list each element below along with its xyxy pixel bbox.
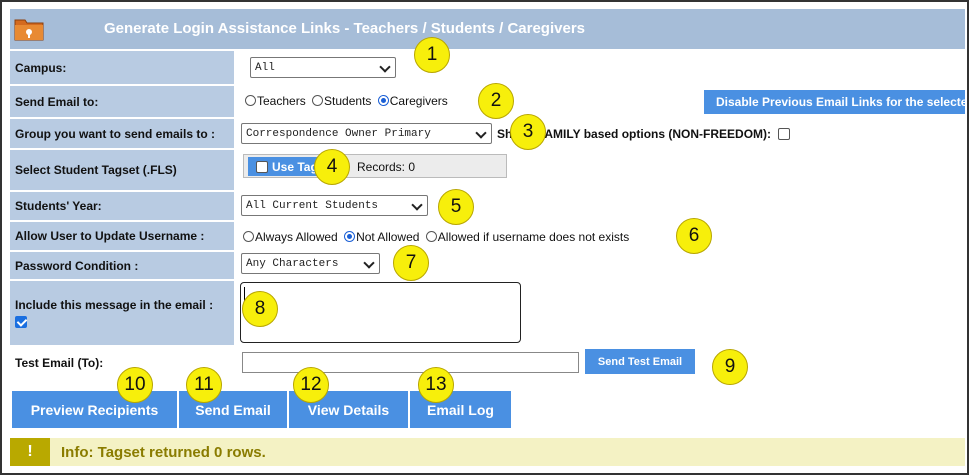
records-count: Records: 0: [357, 160, 416, 174]
password-select[interactable]: Any Characters: [241, 253, 380, 274]
test-email-input[interactable]: [242, 352, 579, 373]
callout-11: 11: [186, 367, 222, 403]
callout-10: 10: [117, 367, 153, 403]
callout-7: 7: [393, 245, 429, 281]
row-group: Group you want to send emails to : Corre…: [10, 119, 965, 148]
exclamation-icon: !: [10, 438, 50, 466]
send-test-email-button[interactable]: Send Test Email: [585, 349, 695, 374]
radio-students[interactable]: [312, 95, 324, 106]
tagset-label: Select Student Tagset (.FLS): [10, 150, 234, 190]
row-test-email: Test Email (To): Send Test Email: [10, 347, 965, 379]
password-label: Password Condition :: [10, 252, 234, 279]
info-bar: ! Info: Tagset returned 0 rows.: [10, 438, 965, 466]
campus-label: Campus:: [10, 51, 234, 84]
disable-previous-links-button[interactable]: Disable Previous Email Links for the sel…: [704, 90, 965, 114]
callout-13: 13: [418, 367, 454, 403]
callout-3: 3: [510, 114, 546, 150]
callout-8: 8: [242, 291, 278, 327]
campus-select[interactable]: All: [250, 57, 396, 78]
message-textarea[interactable]: [240, 282, 521, 343]
chevron-down-icon: [475, 127, 487, 139]
row-message: Include this message in the email :: [10, 281, 965, 345]
callout-2: 2: [478, 83, 514, 119]
folder-icon: [14, 19, 44, 41]
callout-12: 12: [293, 367, 329, 403]
include-message-checkbox[interactable]: [15, 316, 27, 328]
tagset-box: Use Tag Records: 0: [243, 154, 507, 178]
page-title: Generate Login Assistance Links - Teache…: [104, 20, 585, 37]
send-email-radio-group: Teachers Students Caregivers: [245, 94, 448, 108]
row-students-year: Students' Year: All Current Students: [10, 192, 965, 220]
preview-recipients-button[interactable]: Preview Recipients: [12, 391, 178, 428]
radio-not-allowed[interactable]: [344, 231, 356, 242]
message-label-cell: Include this message in the email :: [10, 281, 234, 345]
update-username-label: Allow User to Update Username :: [10, 222, 234, 250]
callout-4: 4: [314, 149, 350, 185]
chevron-down-icon: [411, 199, 423, 211]
group-select[interactable]: Correspondence Owner Primary: [241, 123, 492, 144]
radio-teachers[interactable]: [245, 95, 256, 106]
radio-allowed-if-not-exists[interactable]: [425, 231, 437, 242]
callout-5: 5: [438, 189, 474, 225]
send-email-label: Send Email to:: [10, 86, 234, 117]
callout-6: 6: [676, 218, 712, 254]
chevron-down-icon: [363, 257, 375, 269]
students-year-select[interactable]: All Current Students: [241, 195, 428, 216]
students-year-label: Students' Year:: [10, 192, 234, 220]
chevron-down-icon: [379, 61, 391, 73]
row-password: Password Condition : Any Characters: [10, 252, 965, 279]
use-tag-checkbox[interactable]: [256, 160, 268, 173]
group-label: Group you want to send emails to :: [10, 119, 234, 148]
info-message: Info: Tagset returned 0 rows.: [61, 444, 266, 461]
message-label: Include this message in the email :: [15, 298, 214, 312]
row-tagset: Select Student Tagset (.FLS) Use Tag Rec…: [10, 150, 965, 190]
update-username-radio-group: Always Allowed Not Allowed Allowed if us…: [243, 230, 629, 244]
callout-9: 9: [712, 349, 748, 385]
radio-caregivers[interactable]: [377, 95, 389, 106]
page-header: Generate Login Assistance Links - Teache…: [10, 9, 965, 49]
radio-always-allowed[interactable]: [243, 231, 254, 242]
family-options-checkbox[interactable]: [778, 128, 791, 140]
row-campus: Campus: All: [10, 51, 965, 84]
row-update-username: Allow User to Update Username : Always A…: [10, 222, 965, 250]
callout-1: 1: [414, 37, 450, 73]
